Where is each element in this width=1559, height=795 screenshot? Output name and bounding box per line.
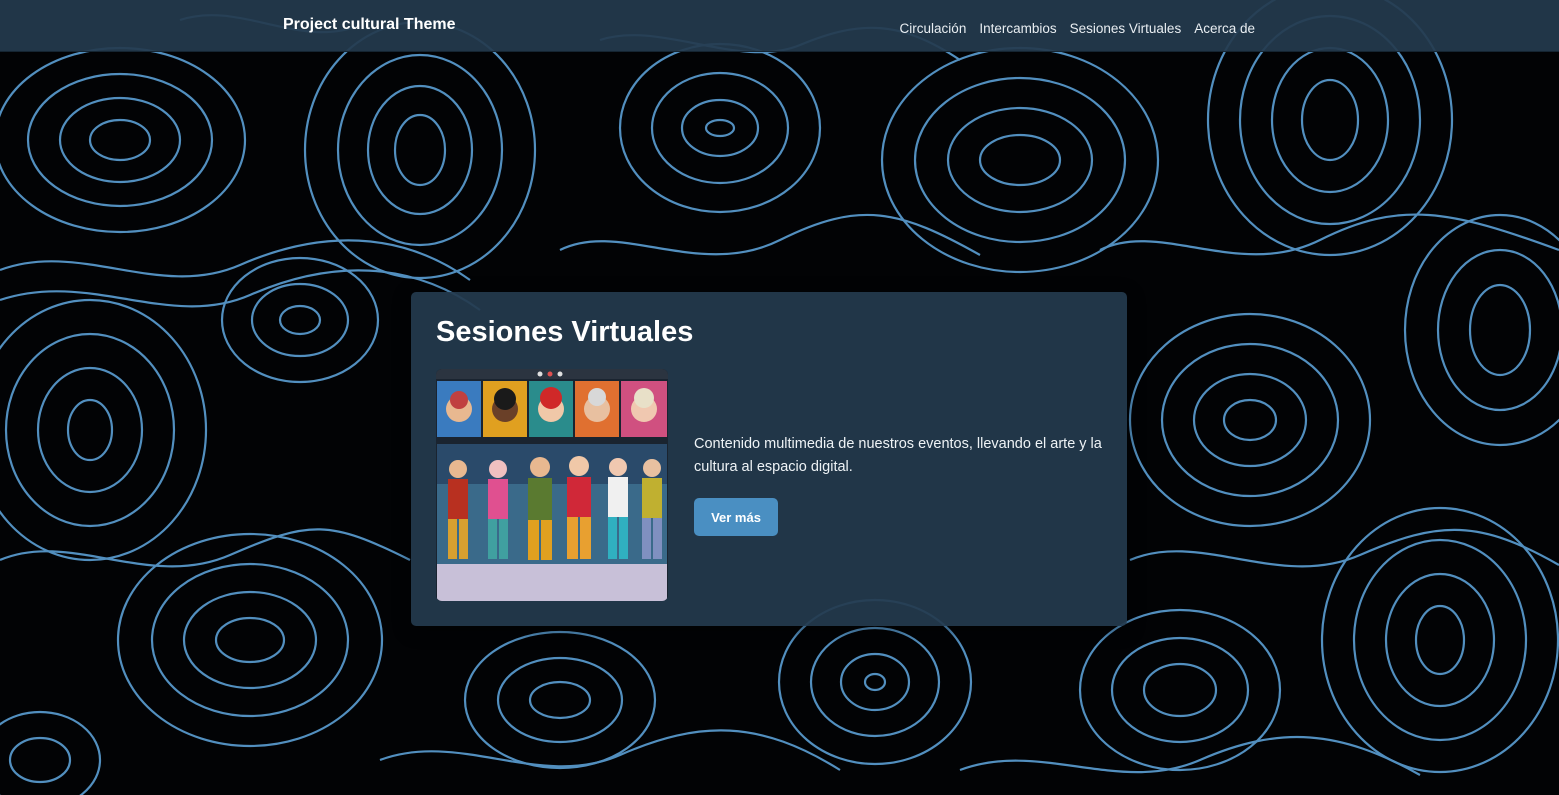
nav-item: Sesiones Virtuales — [1070, 18, 1182, 37]
ver-mas-button[interactable]: Ver más — [694, 498, 778, 536]
video-call-collage-image — [436, 369, 668, 601]
page: Project cultural Theme Circulación Inter… — [0, 0, 1559, 795]
section-description: Contenido multimedia de nuestros eventos… — [694, 436, 1102, 475]
navbar: Project cultural Theme Circulación Inter… — [0, 0, 1559, 52]
nav-item: Acerca de — [1194, 18, 1255, 37]
section-title: Sesiones Virtuales — [436, 316, 694, 348]
collage-illustration — [436, 369, 668, 601]
nav-menu: Circulación Intercambios Sesiones Virtua… — [900, 18, 1255, 37]
nav-item: Intercambios — [979, 18, 1056, 37]
brand-link[interactable]: Project cultural Theme — [283, 16, 456, 34]
nav-link-circulacion[interactable]: Circulación — [900, 21, 967, 36]
nav-link-acerca-de[interactable]: Acerca de — [1194, 21, 1255, 36]
nav-item: Circulación — [900, 18, 967, 37]
sesiones-virtuales-card: Sesiones Virtuales Contenido multimedia … — [411, 292, 1127, 626]
nav-link-intercambios[interactable]: Intercambios — [979, 21, 1056, 36]
nav-link-sesiones-virtuales[interactable]: Sesiones Virtuales — [1070, 21, 1182, 36]
